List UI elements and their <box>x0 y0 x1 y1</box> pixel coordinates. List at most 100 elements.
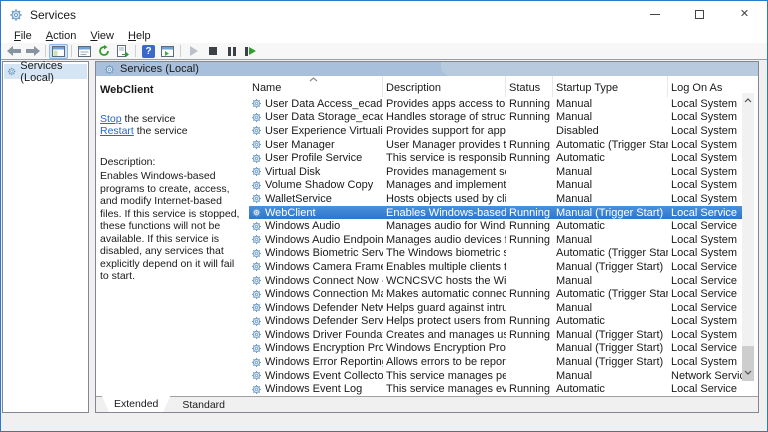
service-description-cell: Helps guard against intrusio... <box>386 301 506 314</box>
table-row[interactable]: Virtual Disk Provides management servi..… <box>249 165 744 179</box>
service-log-on-as-cell: Local System <box>671 356 738 369</box>
show-hide-console-tree-icon[interactable] <box>49 43 68 59</box>
service-gear-icon <box>251 248 262 259</box>
menu-action[interactable]: Action <box>39 30 84 42</box>
view-tabstrip: Extended Standard <box>96 396 758 412</box>
table-row[interactable]: User Data Access_ecad8 Provides apps acc… <box>249 97 744 111</box>
service-description-cell: This service is responsible fo... <box>386 152 506 165</box>
service-startup-type-cell: Manual <box>556 165 593 178</box>
service-log-on-as-cell: Network Service <box>671 369 744 382</box>
table-row[interactable]: Windows Audio Manages audio for Window..… <box>249 219 744 233</box>
table-row[interactable]: Windows Defender Service Helps protect u… <box>249 315 744 329</box>
service-description-cell: Enables multiple clients to a... <box>386 260 506 273</box>
forward-icon[interactable] <box>23 44 42 59</box>
service-startup-type-cell: Manual <box>556 111 593 124</box>
table-row[interactable]: Windows Biometric Service The Windows bi… <box>249 247 744 261</box>
table-row[interactable]: WalletService Hosts objects used by clie… <box>249 192 744 206</box>
menu-file[interactable]: File <box>7 30 39 42</box>
service-log-on-as-cell: Local System <box>671 328 738 341</box>
restart-service-icon[interactable] <box>241 44 260 59</box>
table-row[interactable]: Volume Shadow Copy Manages and implement… <box>249 179 744 193</box>
service-status-cell: Running <box>509 288 550 301</box>
table-row[interactable]: Windows Connect Now - C... WCNCSVC hosts… <box>249 274 744 288</box>
table-row[interactable]: Windows Encryption Provid... Windows Enc… <box>249 342 744 356</box>
title-bar[interactable]: Services ✕ <box>1 1 767 28</box>
back-icon[interactable] <box>4 44 23 59</box>
scroll-down-icon[interactable] <box>742 365 754 380</box>
service-description-cell: Hosts objects used by client... <box>386 192 506 205</box>
service-log-on-as-cell: Local System <box>671 138 738 151</box>
table-row[interactable]: WebClient Enables Windows-based pro... R… <box>249 205 744 220</box>
service-status-cell: Running <box>509 315 550 328</box>
properties-icon[interactable] <box>75 44 94 59</box>
service-log-on-as-cell: Local System <box>671 165 738 178</box>
service-name: Windows Driver Foundation... <box>265 328 383 341</box>
export-list-icon[interactable] <box>113 44 132 59</box>
service-name: Windows Connection Mana... <box>265 288 383 301</box>
service-description-cell: Enables Windows-based pro... <box>386 206 506 219</box>
table-row[interactable]: Windows Event Log This service manages e… <box>249 382 744 396</box>
service-name: Windows Audio Endpoint B... <box>265 233 383 246</box>
tab-standard[interactable]: Standard <box>170 397 237 412</box>
table-row[interactable]: Windows Camera Frame Se... Enables multi… <box>249 260 744 274</box>
scroll-up-icon[interactable] <box>742 93 754 108</box>
service-name: WalletService <box>265 192 332 205</box>
column-header-status[interactable]: Status <box>506 76 553 97</box>
service-name: Windows Defender Networ... <box>265 301 383 314</box>
status-bar <box>1 413 767 431</box>
service-name-cell: Volume Shadow Copy <box>249 179 383 191</box>
toolbar-separator <box>45 45 46 57</box>
extended-view-icon[interactable] <box>158 44 177 59</box>
sort-ascending-icon <box>309 77 318 82</box>
service-name: Windows Audio <box>265 220 341 233</box>
stop-service-link[interactable]: Stop <box>100 113 122 125</box>
service-name-cell: User Manager <box>249 139 383 151</box>
restart-service-link[interactable]: Restart <box>100 125 134 137</box>
pause-service-icon[interactable] <box>222 44 241 59</box>
table-row[interactable]: User Experience Virtualizatio... Provide… <box>249 124 744 138</box>
table-row[interactable]: Windows Defender Networ... Helps guard a… <box>249 301 744 315</box>
close-button[interactable]: ✕ <box>722 1 767 28</box>
service-description-cell: Manages and implements V... <box>386 179 506 192</box>
table-row[interactable]: Windows Driver Foundation... Creates and… <box>249 328 744 342</box>
column-header-description[interactable]: Description <box>383 76 506 97</box>
service-gear-icon <box>251 343 262 354</box>
service-log-on-as-cell: Local System <box>671 247 738 260</box>
table-row[interactable]: Windows Error Reporting Se... Allows err… <box>249 355 744 369</box>
tab-extended[interactable]: Extended <box>102 396 170 412</box>
service-name: Windows Event Collector <box>265 369 383 382</box>
service-name: Volume Shadow Copy <box>265 179 374 192</box>
service-description-cell: Creates and manages user-... <box>386 328 506 341</box>
service-status-cell: Running <box>509 152 550 165</box>
table-row[interactable]: User Profile Service This service is res… <box>249 151 744 165</box>
maximize-button[interactable] <box>677 1 722 28</box>
table-row[interactable]: Windows Event Collector This service man… <box>249 369 744 383</box>
service-description: Enables Windows-based programs to create… <box>100 170 240 282</box>
stop-service-icon[interactable] <box>203 44 222 59</box>
service-gear-icon <box>251 302 262 313</box>
table-row[interactable]: User Data Storage_ecad8 Handles storage … <box>249 111 744 125</box>
start-service-icon[interactable] <box>184 44 203 59</box>
table-row[interactable]: Windows Audio Endpoint B... Manages audi… <box>249 233 744 247</box>
service-startup-type-cell: Manual (Trigger Start) <box>556 342 664 355</box>
service-log-on-as-cell: Local Service <box>671 220 738 233</box>
table-row[interactable]: Windows Connection Mana... Makes automat… <box>249 287 744 301</box>
service-status-cell: Running <box>509 383 550 396</box>
menu-view[interactable]: View <box>83 30 121 42</box>
help-icon[interactable]: ? <box>139 44 158 59</box>
service-log-on-as-cell: Local Service <box>671 206 738 219</box>
service-description-cell: Helps protect users from ma... <box>386 315 506 328</box>
service-name-cell: Windows Audio Endpoint B... <box>249 234 383 246</box>
refresh-icon[interactable] <box>94 44 113 59</box>
header-tab-curve <box>441 62 758 76</box>
service-name: Windows Event Log <box>265 383 363 396</box>
service-description-cell: Makes automatic connect/d... <box>386 288 506 301</box>
service-status-cell: Running <box>509 220 550 233</box>
vertical-scrollbar[interactable] <box>742 93 754 381</box>
minimize-button[interactable] <box>632 1 677 28</box>
column-header-log-on-as[interactable]: Log On As <box>668 76 744 97</box>
column-header-startup-type[interactable]: Startup Type <box>553 76 668 97</box>
table-row[interactable]: User Manager User Manager provides the r… <box>249 138 744 152</box>
menu-help[interactable]: Help <box>121 30 158 42</box>
tree-item-services-local[interactable]: Services (Local) <box>4 60 87 84</box>
